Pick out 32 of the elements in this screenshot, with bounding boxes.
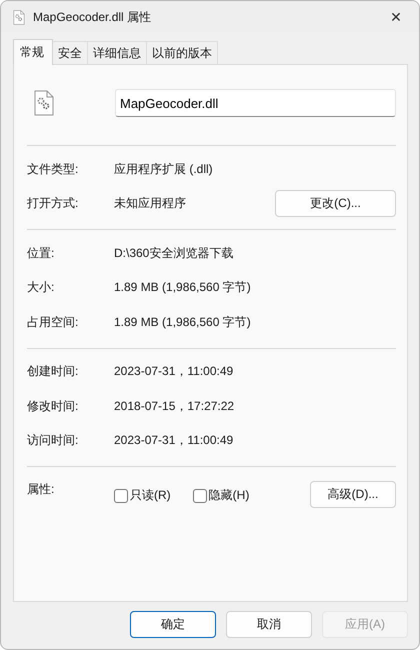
file-name-field[interactable]: MapGeocoder.dll	[115, 89, 396, 117]
field-label: 创建时间:	[27, 363, 80, 380]
field-value: 2023-07-31，11:00:49	[114, 432, 234, 450]
field-label: 修改时间:	[27, 398, 80, 415]
field-label: 占用空间:	[27, 314, 80, 331]
field-label: 位置:	[27, 244, 56, 262]
window-title: MapGeocoder.dll 属性	[33, 8, 152, 26]
checkbox-label: 只读(R)	[130, 487, 171, 504]
field-label: 文件类型:	[27, 160, 80, 178]
field-value: 2023-07-31，11:00:49	[114, 363, 234, 380]
file-icon	[34, 90, 54, 116]
field-label: 打开方式:	[27, 195, 80, 212]
tab[interactable]: 常规	[13, 39, 53, 65]
tab[interactable]: 以前的版本	[146, 41, 218, 64]
field-value: 1.89 MB (1,986,560 字节)	[114, 279, 252, 296]
file-icon	[13, 10, 25, 24]
checkbox-label: 隐藏(H)	[208, 487, 250, 504]
field-label: 访问时间:	[27, 432, 80, 450]
checkbox[interactable]	[192, 488, 207, 502]
field-value: 应用程序扩展 (.dll)	[114, 160, 214, 178]
field-value: 2018-07-15，17:27:22	[114, 398, 236, 415]
field-value: D:\360安全浏览器下载	[114, 244, 234, 262]
checkbox[interactable]	[114, 488, 128, 502]
field-label: 大小:	[27, 279, 56, 296]
close-button[interactable]: ✕	[373, 1, 419, 33]
field-value: 1.89 MB (1,986,560 字节)	[114, 314, 252, 331]
field-label: 属性:	[27, 481, 56, 498]
dialog-button[interactable]: 取消	[226, 611, 312, 638]
field-value: 未知应用程序	[114, 195, 187, 212]
advanced-button[interactable]: 高级(D)...	[310, 481, 396, 508]
dialog-button[interactable]: 确定	[130, 611, 216, 638]
change-button[interactable]: 更改(C)...	[275, 190, 396, 218]
